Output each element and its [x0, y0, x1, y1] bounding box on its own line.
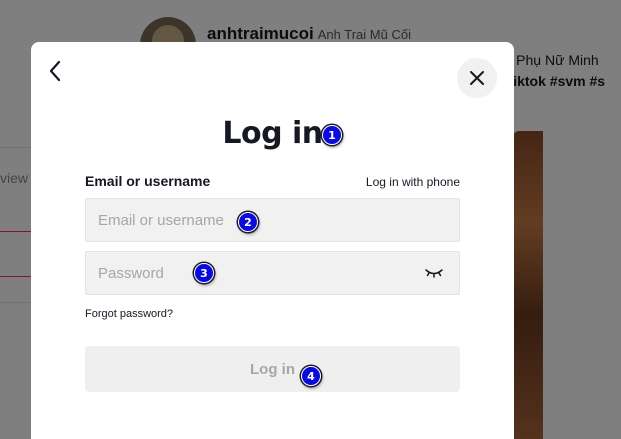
close-button[interactable]	[457, 58, 497, 98]
annotation-marker: 1	[322, 125, 342, 145]
email-input[interactable]	[86, 199, 459, 241]
password-input[interactable]	[86, 252, 459, 294]
annotation-marker: 3	[194, 263, 214, 283]
field-label: Email or username	[85, 173, 211, 189]
back-button[interactable]	[43, 59, 67, 83]
annotation-marker: 2	[238, 212, 258, 232]
annotation-marker: 4	[301, 366, 321, 386]
close-icon	[470, 71, 484, 85]
login-modal: Log in Email or username Log in with pho…	[31, 42, 514, 439]
forgot-password-link[interactable]: Forgot password?	[85, 308, 173, 320]
page-title: Log in	[222, 116, 323, 151]
login-with-phone-link[interactable]: Log in with phone	[366, 175, 460, 189]
password-field-container	[85, 251, 460, 295]
eye-closed-icon[interactable]	[425, 266, 443, 280]
login-button[interactable]: Log in	[85, 346, 460, 392]
email-field-container	[85, 198, 460, 242]
chevron-left-icon	[49, 60, 61, 82]
